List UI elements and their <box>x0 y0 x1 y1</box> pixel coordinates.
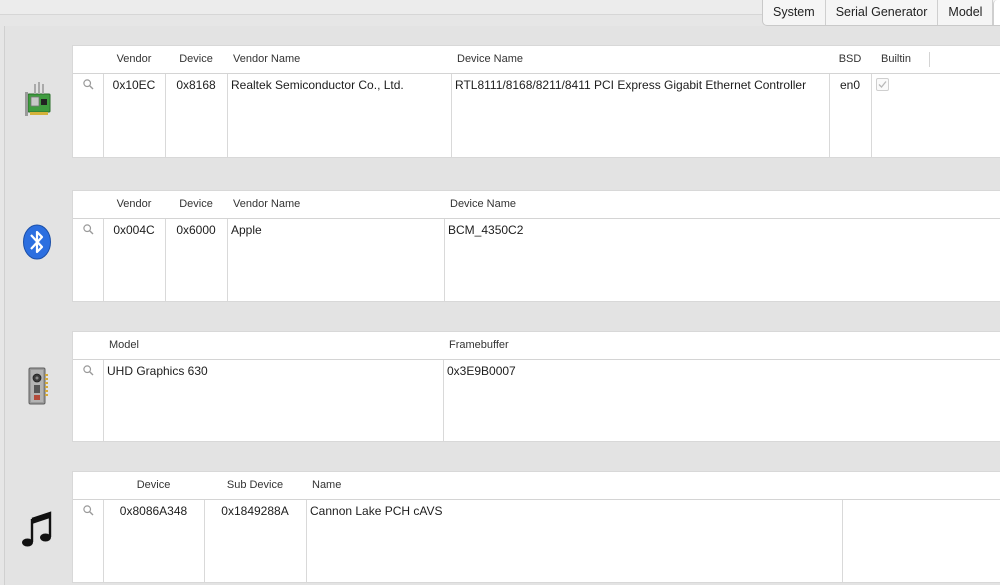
cell-vendor: 0x004C <box>113 223 155 237</box>
cell-name: Cannon Lake PCH cAVS <box>310 504 443 518</box>
cell-model: UHD Graphics 630 <box>107 364 208 378</box>
cell-device: 0x8168 <box>176 78 216 92</box>
column-header-vendor-name[interactable]: Vendor Name <box>227 46 451 73</box>
network-table: Vendor Device Vendor Name Device Name BS… <box>73 46 1000 157</box>
top-tab-bar: System Serial Generator Model <box>762 0 1000 26</box>
search-icon[interactable] <box>83 505 94 519</box>
cell-vendor-name: Realtek Semiconductor Co., Ltd. <box>231 78 404 92</box>
column-header-device-name[interactable]: Device Name <box>444 191 844 218</box>
cell-vendor: 0x10EC <box>112 78 156 92</box>
graphics-table: Model Framebuffer UHD Graphics 630 0x3E9… <box>73 332 1000 441</box>
cell-vendor-name: Apple <box>231 223 262 237</box>
column-header-vendor[interactable]: Vendor <box>103 46 165 73</box>
cell-device-name: BCM_4350C2 <box>448 223 524 237</box>
tab-overflow[interactable] <box>993 0 1000 25</box>
column-header-name[interactable]: Name <box>306 472 842 499</box>
builtin-checkbox[interactable] <box>876 78 889 91</box>
audio-table: Device Sub Device Name 0x8086A348 0x1849… <box>73 472 1000 582</box>
tab-model[interactable]: Model <box>938 0 994 25</box>
cell-device-name: RTL8111/8168/8211/8411 PCI Express Gigab… <box>455 78 807 92</box>
column-header-device[interactable]: Device <box>165 46 227 73</box>
search-icon[interactable] <box>83 365 94 379</box>
search-icon[interactable] <box>83 79 94 93</box>
audio-table-header: Device Sub Device Name <box>73 472 1000 500</box>
column-header-model[interactable]: Model <box>103 332 443 359</box>
cell-bsd: en0 <box>839 78 861 92</box>
tab-serial-generator[interactable]: Serial Generator <box>826 0 939 25</box>
graphics-card-icon <box>26 366 52 409</box>
column-header-bsd[interactable]: BSD <box>829 46 871 73</box>
column-header-sub-device[interactable]: Sub Device <box>204 472 306 499</box>
cell-framebuffer: 0x3E9B0007 <box>447 364 516 378</box>
checkmark-icon <box>878 81 887 88</box>
bluetooth-icon <box>22 224 52 263</box>
cell-device: 0x6000 <box>176 223 216 237</box>
column-header-device[interactable]: Device <box>103 472 204 499</box>
search-icon[interactable] <box>83 224 94 238</box>
music-note-icon <box>20 509 54 552</box>
network-table-header: Vendor Device Vendor Name Device Name BS… <box>73 46 1000 74</box>
column-header-vendor-name[interactable]: Vendor Name <box>227 191 444 218</box>
column-header-framebuffer[interactable]: Framebuffer <box>443 332 843 359</box>
column-header-vendor[interactable]: Vendor <box>103 191 165 218</box>
column-header-device-name[interactable]: Device Name <box>451 46 829 73</box>
tab-system[interactable]: System <box>763 0 826 25</box>
column-header-builtin[interactable]: Builtin <box>871 46 931 73</box>
column-header-device[interactable]: Device <box>165 191 227 218</box>
graphics-table-header: Model Framebuffer <box>73 332 1000 360</box>
bluetooth-table: Vendor Device Vendor Name Device Name 0x… <box>73 191 1000 301</box>
cell-device: 0x8086A348 <box>119 504 188 518</box>
bluetooth-table-header: Vendor Device Vendor Name Device Name <box>73 191 1000 219</box>
network-card-icon <box>22 82 54 123</box>
cell-sub-device: 0x1849288A <box>221 504 289 518</box>
